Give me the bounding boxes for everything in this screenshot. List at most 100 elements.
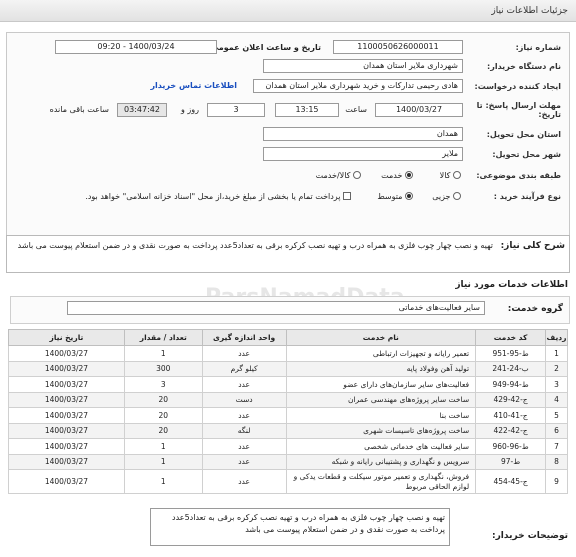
row-index: 5 <box>545 407 568 424</box>
service-name: تعمیر رایانه و تجهیزات ارتباطی <box>285 345 477 362</box>
page-title: جزئیات اطلاعات نیاز <box>491 5 568 16</box>
province-label: استان محل تحویل: <box>486 129 561 139</box>
table-header-row: ردیف کد خدمت نام خدمت واحد اندازه گیری ت… <box>8 329 568 346</box>
need-date: 1400/03/27 <box>8 360 125 377</box>
service-group-label: گروه خدمت: <box>507 304 563 314</box>
unit: دست <box>201 391 287 408</box>
creator-field[interactable]: هادی رحیمی تدارکات و خرید شهرداری ملایر … <box>253 79 463 93</box>
row-index: 2 <box>545 360 568 377</box>
radio-selected-icon[interactable] <box>405 171 413 179</box>
time-label: ساعت <box>345 105 367 114</box>
radio-selected-icon[interactable] <box>405 192 413 200</box>
unit: عدد <box>201 345 287 362</box>
table-row: 5 ج-41-410 ساخت بنا عدد 20 1400/03/27 <box>8 407 568 424</box>
buyer-notes-field[interactable]: تهیه و نصب چهار چوب فلزی به همراه درب و … <box>150 508 450 546</box>
city-field[interactable]: ملایر <box>263 147 463 161</box>
contact-info-link[interactable]: اطلاعات تماس خریدار <box>150 81 237 90</box>
quantity: 20 <box>123 391 203 408</box>
deadline-time-field[interactable]: 13:15 <box>275 103 339 117</box>
deadline-label: مهلت ارسال پاسخ: تا تاریخ: <box>476 101 561 119</box>
service-name: فروش، نگهداری و تعمیر موتور سیکلت و قطعا… <box>285 469 477 494</box>
category-option-goods-service[interactable]: کالا/خدمت <box>316 171 361 180</box>
buyer-org-label: نام دستگاه خریدار: <box>487 61 561 71</box>
process-option-minor[interactable]: جزیی <box>432 192 461 201</box>
service-code: ط-97 <box>475 453 547 470</box>
service-code: ب-24-241 <box>475 360 547 377</box>
col-unit-header: واحد اندازه گیری <box>201 329 287 346</box>
service-group-box: گروه خدمت: سایر فعالیت‌های خدماتی <box>10 296 570 324</box>
quantity: 20 <box>123 407 203 424</box>
payment-treasury-option[interactable]: پرداخت تمام یا بخشی از مبلغ خرید،از محل … <box>85 192 351 201</box>
process-row: نوع فرآیند خرید : جزیی متوسط پرداخت تمام… <box>15 188 561 204</box>
need-number-row: شماره نیاز: 1100050626000011 تاریخ و ساع… <box>15 39 561 55</box>
process-label: نوع فرآیند خرید : <box>493 191 561 201</box>
province-field[interactable]: همدان <box>263 127 463 141</box>
deadline-date-field[interactable]: 1400/03/27 <box>375 103 463 117</box>
remaining-label: ساعت باقی مانده <box>49 105 109 114</box>
quantity: 3 <box>123 376 203 393</box>
unit: عدد <box>201 407 287 424</box>
days-label: روز و <box>181 105 199 114</box>
need-date: 1400/03/27 <box>8 469 125 494</box>
days-field[interactable]: 3 <box>207 103 265 117</box>
radio-icon[interactable] <box>453 192 461 200</box>
table-row: 3 ط-94-949 فعالیت‌های سایر سازمان‌های دا… <box>8 376 568 393</box>
remaining-time-field: 03:47:42 <box>117 103 167 117</box>
city-label: شهر محل تحویل: <box>492 149 561 159</box>
radio-icon[interactable] <box>353 171 361 179</box>
service-name: فعالیت‌های سایر سازمان‌های دارای عضو <box>285 376 477 393</box>
col-row-header: ردیف <box>545 329 568 346</box>
need-number-field[interactable]: 1100050626000011 <box>333 40 463 54</box>
col-date-header: تاریخ نیاز <box>8 329 125 346</box>
checkbox-icon[interactable] <box>343 192 351 200</box>
service-group-field[interactable]: سایر فعالیت‌های خدماتی <box>67 301 485 315</box>
unit: عدد <box>201 469 287 494</box>
creator-label: ایجاد کننده درخواست: <box>474 81 562 91</box>
service-code: ط-96-960 <box>475 438 547 455</box>
table-row: 2 ب-24-241 تولید آهن وفولاد پایه کیلو گر… <box>8 360 568 377</box>
need-date: 1400/03/27 <box>8 438 125 455</box>
service-name: ساخت سایر پروژه‌های مهندسی عمران <box>285 391 477 408</box>
row-index: 3 <box>545 376 568 393</box>
buyer-org-row: نام دستگاه خریدار: شهرداری ملایر استان ه… <box>15 58 561 74</box>
row-index: 4 <box>545 391 568 408</box>
unit: عدد <box>201 376 287 393</box>
need-number-label: شماره نیاز: <box>515 42 561 52</box>
services-table: ردیف کد خدمت نام خدمت واحد اندازه گیری ت… <box>8 329 568 494</box>
row-index: 6 <box>545 422 568 439</box>
need-date: 1400/03/27 <box>8 422 125 439</box>
service-name: ساخت بنا <box>285 407 477 424</box>
category-label: طبقه بندی موضوعی: <box>476 170 561 180</box>
radio-icon[interactable] <box>453 171 461 179</box>
category-option-service[interactable]: خدمت <box>381 171 413 180</box>
buyer-org-field[interactable]: شهرداری ملایر استان همدان <box>263 59 463 73</box>
deadline-row: مهلت ارسال پاسخ: تا تاریخ: 1400/03/27 سا… <box>15 99 561 121</box>
unit: کیلو گرم <box>201 360 287 377</box>
services-section-title: اطلاعات خدمات مورد نیاز <box>455 280 568 290</box>
table-row: 1 ط-95-951 تعمیر رایانه و تجهیزات ارتباط… <box>8 345 568 362</box>
service-code: ج-42-429 <box>475 391 547 408</box>
unit: عدد <box>201 438 287 455</box>
col-qty-header: تعداد / مقدار <box>123 329 203 346</box>
buyer-notes-label: توضیحات خریدار: <box>492 531 568 541</box>
province-row: استان محل تحویل: همدان <box>15 126 561 142</box>
need-date: 1400/03/27 <box>8 345 125 362</box>
general-description-box: شرح کلی نیاز: تهیه و نصب چهار چوب فلزی ب… <box>6 235 570 273</box>
quantity: 1 <box>123 345 203 362</box>
announce-field[interactable]: 1400/03/24 - 09:20 <box>55 40 217 54</box>
service-code: ط-94-949 <box>475 376 547 393</box>
unit: عدد <box>201 453 287 470</box>
quantity: 300 <box>123 360 203 377</box>
service-name: تولید آهن وفولاد پایه <box>285 360 477 377</box>
unit: لنگه <box>201 422 287 439</box>
service-code: ج-42-422 <box>475 422 547 439</box>
category-option-goods[interactable]: کالا <box>440 171 461 180</box>
creator-row: ایجاد کننده درخواست: هادی رحیمی تدارکات … <box>15 75 561 97</box>
row-index: 8 <box>545 453 568 470</box>
need-date: 1400/03/27 <box>8 407 125 424</box>
process-option-medium[interactable]: متوسط <box>377 192 413 201</box>
quantity: 1 <box>123 438 203 455</box>
table-row: 4 ج-42-429 ساخت سایر پروژه‌های مهندسی عم… <box>8 391 568 408</box>
quantity: 1 <box>123 453 203 470</box>
announce-label: تاریخ و ساعت اعلان عمومی: <box>207 42 322 52</box>
